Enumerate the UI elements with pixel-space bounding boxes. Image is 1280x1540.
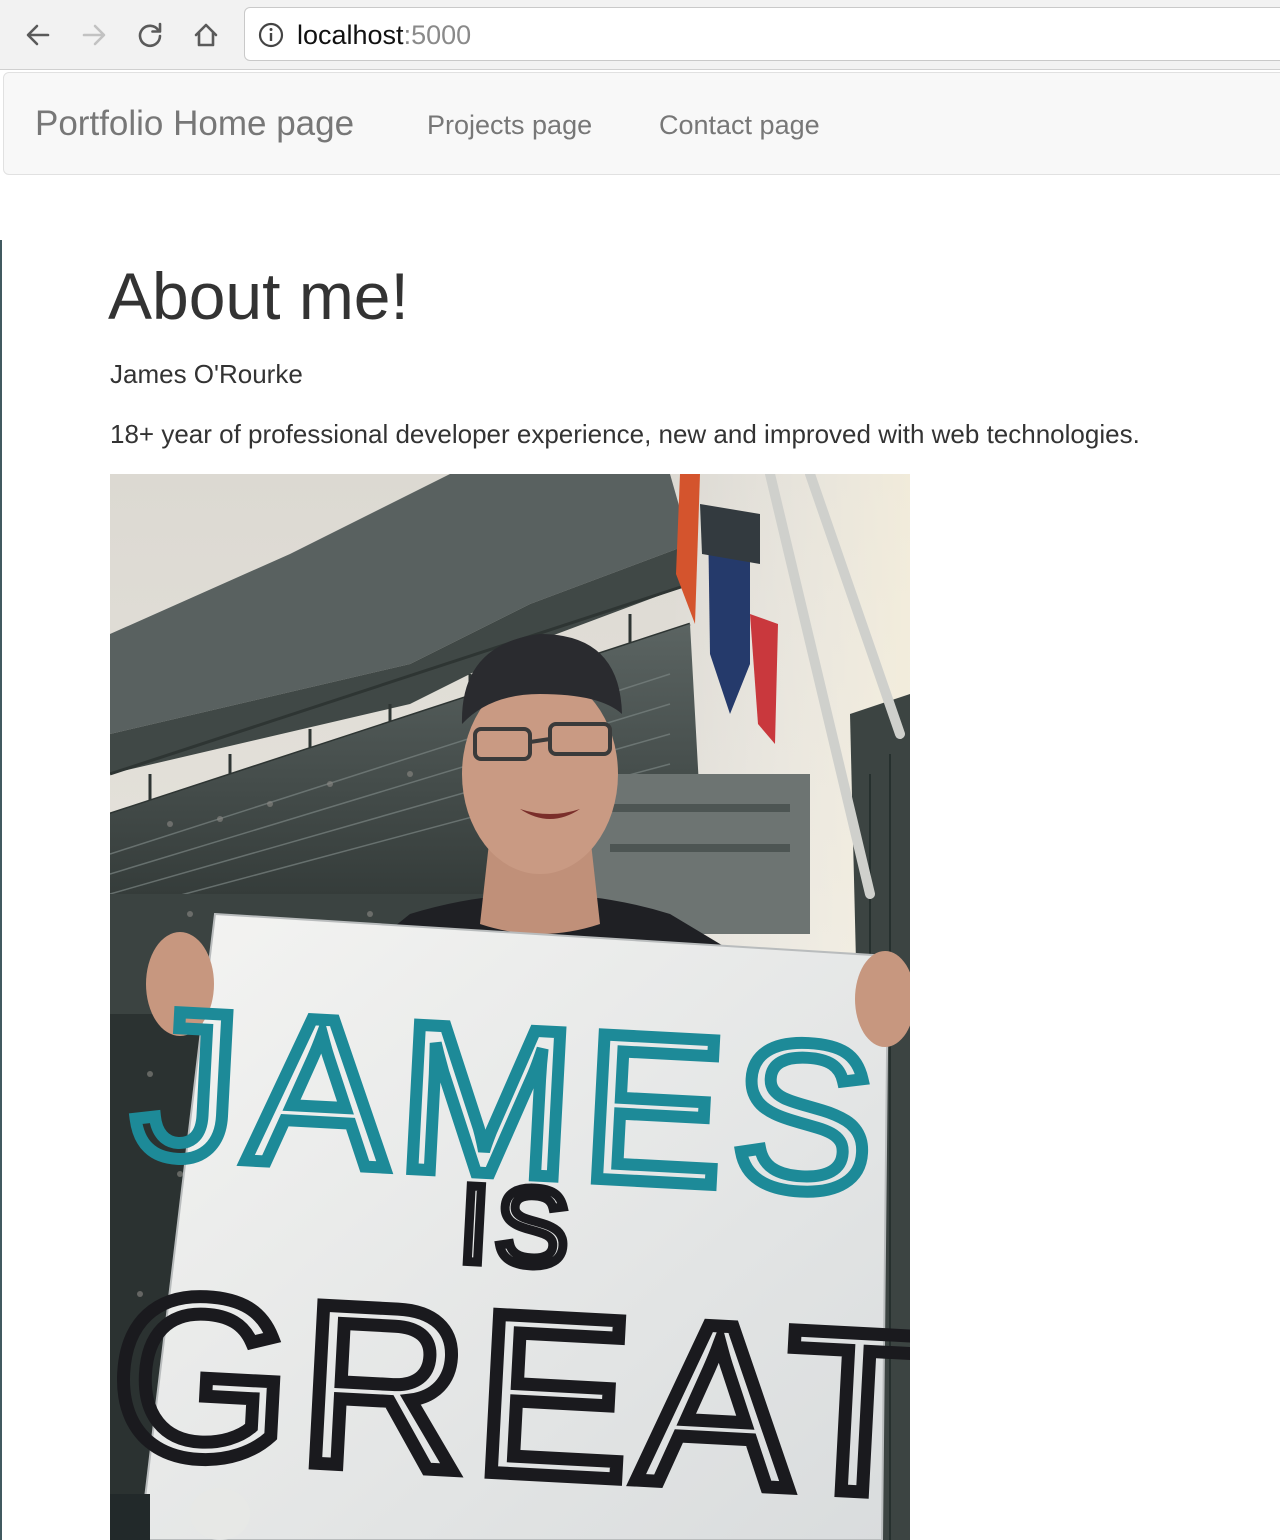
site-navbar: Portfolio Home page Projects page Contac… xyxy=(3,72,1280,175)
window-edge xyxy=(0,240,2,1540)
arrow-left-icon xyxy=(26,24,50,46)
bio-text: 18+ year of professional developer exper… xyxy=(110,419,1140,449)
author-name: James O'Rourke xyxy=(110,359,303,389)
home-button[interactable] xyxy=(188,17,224,53)
address-bar[interactable]: localhost:5000 xyxy=(244,7,1280,61)
navbar-brand-link[interactable]: Portfolio Home page xyxy=(35,103,354,145)
profile-photo: JAMES IS GREAT xyxy=(110,474,910,1540)
forward-button[interactable] xyxy=(76,17,112,53)
url-text[interactable]: localhost:5000 xyxy=(297,20,471,50)
back-button[interactable] xyxy=(20,17,56,53)
url-host: localhost xyxy=(297,20,404,50)
url-port: :5000 xyxy=(403,20,472,50)
browser-toolbar: localhost:5000 xyxy=(0,0,1280,70)
reload-icon xyxy=(138,22,162,48)
page-heading: About me! xyxy=(108,259,409,333)
nav-link-projects[interactable]: Projects page xyxy=(427,109,592,141)
home-icon xyxy=(194,23,218,47)
arrow-right-icon xyxy=(82,24,106,46)
reload-button[interactable] xyxy=(132,17,168,53)
info-circle-icon[interactable] xyxy=(258,22,284,48)
nav-link-contact[interactable]: Contact page xyxy=(659,109,820,141)
